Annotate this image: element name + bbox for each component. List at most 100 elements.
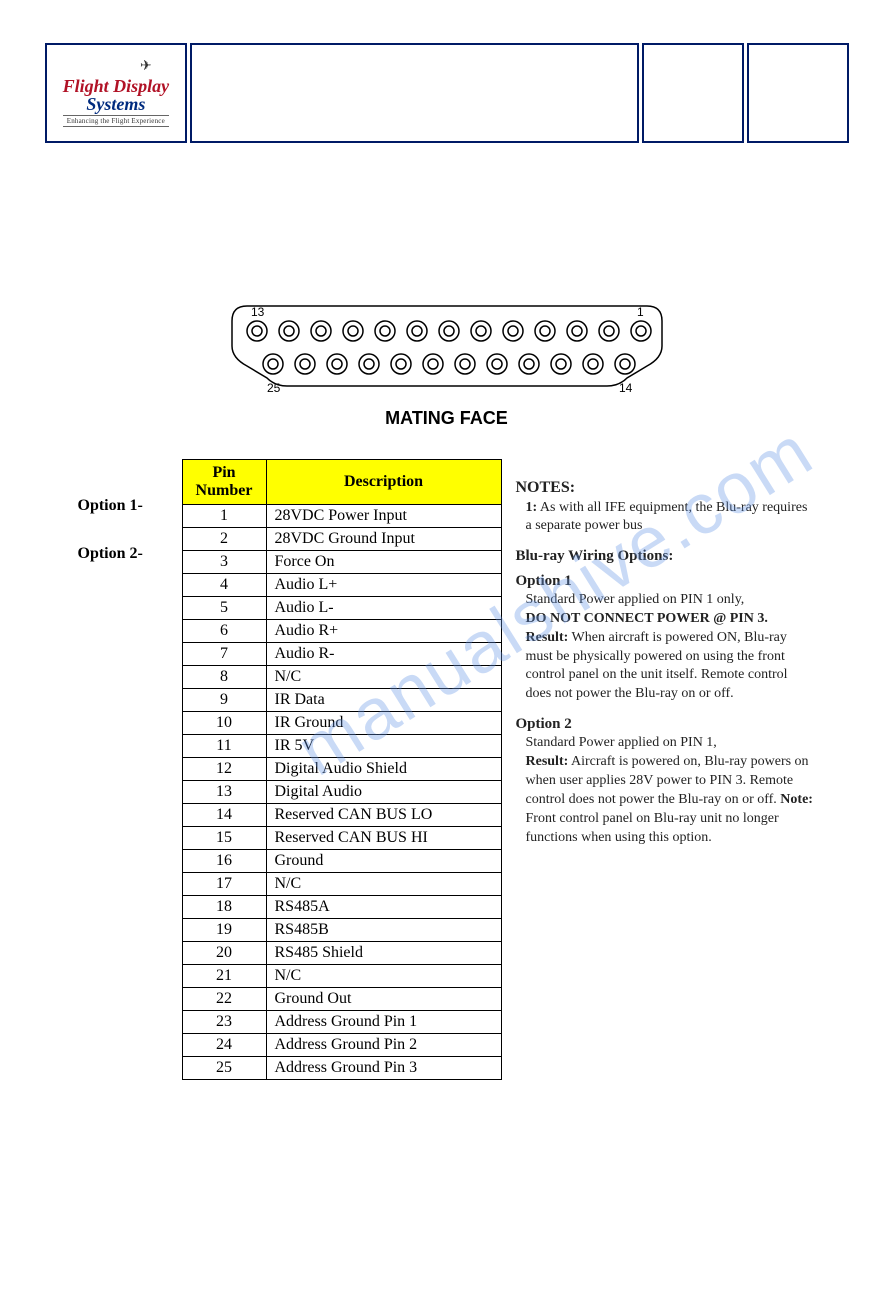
table-row: 8N/C	[182, 666, 501, 689]
pin-number: 16	[182, 850, 266, 873]
pin-description: Ground	[266, 850, 501, 873]
mating-face-label: MATING FACE	[0, 408, 893, 429]
pin-number: 2	[182, 528, 266, 551]
pin-description: IR 5V	[266, 735, 501, 758]
table-row: 25Address Ground Pin 3	[182, 1057, 501, 1080]
pin-description: Audio L+	[266, 574, 501, 597]
option2-body: Standard Power applied on PIN 1, Result:…	[516, 734, 816, 847]
table-row: 22Ground Out	[182, 988, 501, 1011]
pin-number: 8	[182, 666, 266, 689]
pin-number: 1	[182, 505, 266, 528]
table-row: 24Address Ground Pin 2	[182, 1034, 501, 1057]
pin-description: Reserved CAN BUS LO	[266, 804, 501, 827]
pin-number: 22	[182, 988, 266, 1011]
pin-number: 14	[182, 804, 266, 827]
pin-description: Audio R+	[266, 620, 501, 643]
notes-panel: NOTES: 1: As with all IFE equipment, the…	[516, 459, 816, 858]
table-row: 6Audio R+	[182, 620, 501, 643]
pin-description: Digital Audio Shield	[266, 758, 501, 781]
table-row: 16Ground	[182, 850, 501, 873]
wiring-options-title: Blu-ray Wiring Options:	[516, 546, 816, 566]
table-row: 12Digital Audio Shield	[182, 758, 501, 781]
pin-number: 6	[182, 620, 266, 643]
table-row: 21N/C	[182, 965, 501, 988]
pin-label-1: 1	[637, 305, 644, 319]
table-row: 23Address Ground Pin 1	[182, 1011, 501, 1034]
pin-description: IR Data	[266, 689, 501, 712]
header-table: ✈ Flight Display Systems Enhancing the F…	[42, 40, 852, 146]
col-description: Description	[266, 460, 501, 505]
header-cell-4	[747, 43, 849, 143]
table-row: 14Reserved CAN BUS LO	[182, 804, 501, 827]
pin-description: Ground Out	[266, 988, 501, 1011]
pin-description: Audio L-	[266, 597, 501, 620]
pin-description: RS485 Shield	[266, 942, 501, 965]
pin-number: 17	[182, 873, 266, 896]
note-1-text: As with all IFE equipment, the Blu-ray r…	[526, 500, 808, 534]
pin-description: 28VDC Ground Input	[266, 528, 501, 551]
pin-description: RS485A	[266, 896, 501, 919]
logo-line2: Systems	[63, 95, 170, 113]
table-row: 4Audio L+	[182, 574, 501, 597]
pin-number: 25	[182, 1057, 266, 1080]
pin-number: 7	[182, 643, 266, 666]
connector-diagram: 13 1 25 14	[227, 296, 667, 396]
table-row: 3Force On	[182, 551, 501, 574]
pin-number: 23	[182, 1011, 266, 1034]
pin-label-13: 13	[251, 305, 265, 319]
pin-description: IR Ground	[266, 712, 501, 735]
table-row: 10IR Ground	[182, 712, 501, 735]
option1-title: Option 1	[516, 571, 816, 591]
pin-description: Address Ground Pin 1	[266, 1011, 501, 1034]
table-row: 7Audio R-	[182, 643, 501, 666]
pin-number: 24	[182, 1034, 266, 1057]
table-row: 228VDC Ground Input	[182, 528, 501, 551]
table-row: 5Audio L-	[182, 597, 501, 620]
header-cell-3	[642, 43, 744, 143]
option1-line1: Standard Power applied on PIN 1 only,	[526, 592, 745, 607]
option2-label: Option 2-	[78, 545, 168, 563]
pin-description: N/C	[266, 965, 501, 988]
pin-description: RS485B	[266, 919, 501, 942]
pin-number: 19	[182, 919, 266, 942]
plane-icon: ✈	[140, 59, 152, 74]
note-1: 1: As with all IFE equipment, the Blu-ra…	[516, 499, 816, 537]
pin-number: 18	[182, 896, 266, 919]
option1-body: Standard Power applied on PIN 1 only, DO…	[516, 591, 816, 704]
header-mid-cell	[190, 43, 638, 143]
table-row: 20RS485 Shield	[182, 942, 501, 965]
table-row: 128VDC Power Input	[182, 505, 501, 528]
pin-label-14: 14	[619, 381, 633, 395]
pin-number: 20	[182, 942, 266, 965]
pin-description: 28VDC Power Input	[266, 505, 501, 528]
option1-label: Option 1-	[78, 497, 168, 515]
pin-description: N/C	[266, 873, 501, 896]
option2-result-label: Result:	[526, 754, 569, 769]
pin-description: Reserved CAN BUS HI	[266, 827, 501, 850]
table-row: 11IR 5V	[182, 735, 501, 758]
pin-number: 5	[182, 597, 266, 620]
pin-description: N/C	[266, 666, 501, 689]
note-1-label: 1:	[526, 500, 538, 515]
option2-result-text: Aircraft is powered on, Blu-ray powers o…	[526, 754, 809, 807]
option2-note-text: Front control panel on Blu-ray unit no l…	[526, 811, 779, 845]
option-labels: Option 1- Option 2-	[78, 459, 168, 563]
table-row: 15Reserved CAN BUS HI	[182, 827, 501, 850]
pin-label-25: 25	[267, 381, 281, 395]
pin-number: 9	[182, 689, 266, 712]
table-row: 9IR Data	[182, 689, 501, 712]
pin-number: 3	[182, 551, 266, 574]
pin-table: Pin Number Description 128VDC Power Inpu…	[182, 459, 502, 1080]
col-pin-number: Pin Number	[182, 460, 266, 505]
table-row: 18RS485A	[182, 896, 501, 919]
pin-description: Force On	[266, 551, 501, 574]
logo-tagline: Enhancing the Flight Experience	[63, 115, 170, 127]
option2-title: Option 2	[516, 714, 816, 734]
pin-description: Audio R-	[266, 643, 501, 666]
pin-description: Address Ground Pin 2	[266, 1034, 501, 1057]
table-row: 19RS485B	[182, 919, 501, 942]
option2-line1: Standard Power applied on PIN 1,	[526, 735, 717, 750]
pin-description: Digital Audio	[266, 781, 501, 804]
option2-note-label: Note:	[780, 792, 813, 807]
table-row: 13Digital Audio	[182, 781, 501, 804]
